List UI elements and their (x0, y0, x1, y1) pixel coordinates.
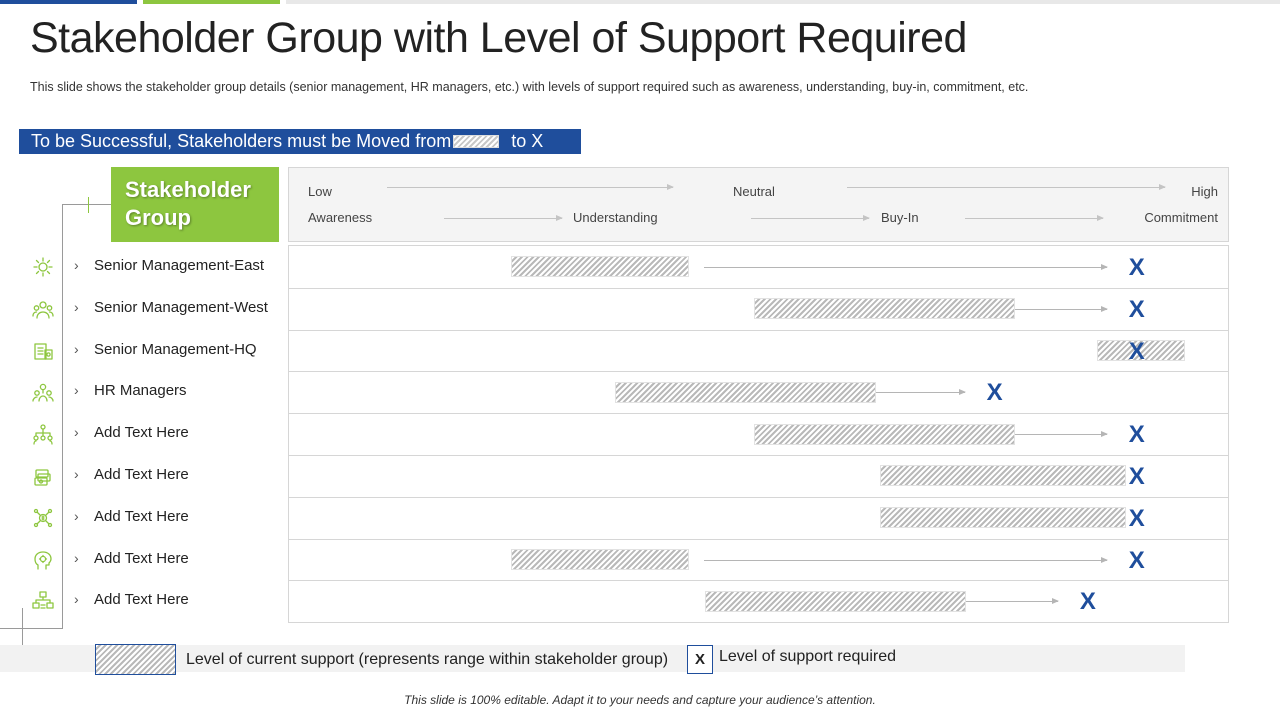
row-divider (288, 455, 1229, 456)
row-divider (288, 329, 1229, 331)
row-divider (288, 580, 1229, 582)
stakeholder-label: Add Text Here (94, 465, 189, 483)
support-scale-header: Low Neutral High Awareness Understanding… (288, 167, 1229, 242)
banner-text-after: to X (511, 131, 544, 151)
required-support-mark: X (1128, 253, 1145, 281)
row-divider (288, 413, 1229, 415)
team-icon (32, 298, 54, 320)
tree-connector (0, 628, 63, 629)
chevron-right-icon: › (74, 465, 79, 482)
required-support-mark: X (1128, 337, 1145, 365)
legend-required-label: Level of support required (719, 648, 896, 665)
legend-current-label: Level of current support (represents ran… (186, 651, 669, 668)
progress-arrow (703, 556, 1108, 563)
row-divider (288, 287, 1229, 289)
money-building-icon (32, 340, 54, 362)
required-support-mark: X (1128, 546, 1145, 574)
scale-understanding: Understanding (573, 210, 658, 225)
chevron-right-icon: › (74, 507, 79, 524)
progress-arrow (703, 263, 1108, 270)
current-support-bar (511, 256, 689, 278)
scale-buy-in: Buy-In (881, 210, 919, 225)
cash-stack-icon (32, 465, 54, 487)
gear-person-icon (32, 256, 54, 278)
scale-commitment: Commitment (1144, 210, 1218, 225)
banner-hatch-swatch (453, 135, 500, 148)
chevron-right-icon: › (74, 340, 79, 357)
stakeholder-label: HR Managers (94, 382, 187, 400)
stakeholder-label: Add Text Here (94, 549, 189, 567)
required-support-mark: X (1128, 462, 1145, 490)
scale-arrow (965, 215, 1104, 221)
row-divider (288, 496, 1229, 498)
chevron-right-icon: › (74, 256, 79, 273)
chevron-right-icon: › (74, 549, 79, 566)
tree-connector (62, 204, 63, 629)
row-divider (288, 538, 1229, 540)
top-accent-green (143, 0, 280, 4)
org-chart-icon (32, 590, 54, 612)
stakeholder-label: Add Text Here (94, 591, 189, 609)
group-icon (32, 381, 54, 403)
chevron-right-icon: › (74, 424, 79, 441)
stakeholder-label: Add Text Here (94, 507, 189, 525)
required-support-mark: X (1079, 588, 1096, 616)
scale-high: High (1191, 184, 1218, 199)
required-support-mark: X (986, 379, 1003, 407)
scale-arrow (444, 215, 563, 221)
current-support-bar (753, 423, 1016, 445)
legend-current-swatch (95, 644, 176, 675)
top-accent-blue (0, 0, 137, 4)
dollar-network-icon (32, 507, 54, 529)
chevron-right-icon: › (74, 382, 79, 399)
required-support-mark: X (1128, 421, 1145, 449)
footer-note: This slide is 100% editable. Adapt it to… (404, 693, 876, 707)
row-divider (288, 371, 1229, 373)
stakeholder-label: Add Text Here (94, 424, 189, 442)
scale-arrow (847, 184, 1166, 190)
head-gear-icon (32, 549, 54, 571)
progress-arrow (876, 389, 966, 396)
banner-text-before: To be Successful, Stakeholders must be M… (31, 131, 452, 151)
stakeholder-label: Senior Management-HQ (94, 340, 257, 358)
current-support-bar (704, 590, 967, 612)
tree-connector (62, 204, 111, 205)
progress-arrow (1015, 305, 1109, 312)
required-support-mark: X (1128, 504, 1145, 532)
scale-arrow (387, 184, 674, 190)
tree-connector (22, 608, 23, 646)
current-support-bar (753, 298, 1016, 320)
progress-arrow (966, 598, 1060, 605)
hierarchy-icon (32, 423, 54, 445)
stakeholder-label: Senior Management-East (94, 256, 265, 274)
chevron-right-icon: › (74, 591, 79, 608)
page-subtitle: This slide shows the stakeholder group d… (30, 80, 1029, 94)
current-support-bar (511, 549, 689, 570)
required-support-mark: X (1128, 295, 1145, 323)
stakeholder-label: Senior Management-West (94, 298, 268, 316)
scale-low: Low (308, 184, 332, 199)
stakeholder-group-header: Stakeholder Group (111, 167, 279, 242)
goal-banner: To be Successful, Stakeholders must be M… (19, 129, 581, 154)
progress-arrow (1015, 431, 1109, 438)
scale-neutral: Neutral (733, 184, 775, 199)
current-support-bar (614, 381, 877, 403)
tree-connector (88, 197, 89, 213)
page-title: Stakeholder Group with Level of Support … (30, 14, 967, 62)
current-support-bar (879, 465, 1127, 487)
chevron-right-icon: › (74, 298, 79, 315)
legend-required-mark: X (687, 645, 713, 674)
scale-awareness: Awareness (308, 210, 373, 225)
top-accent-gray (286, 0, 1280, 4)
current-support-bar (879, 507, 1127, 529)
scale-arrow (751, 215, 870, 221)
